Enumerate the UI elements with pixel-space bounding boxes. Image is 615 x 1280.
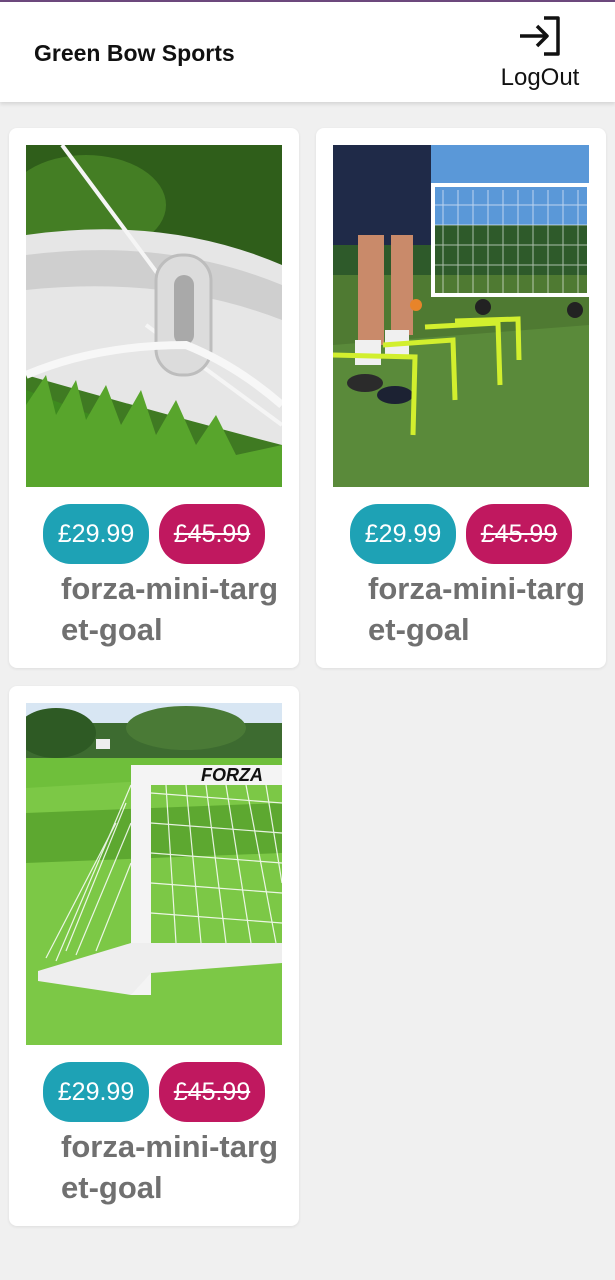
product-image-net-clip[interactable] xyxy=(26,145,282,487)
price-current[interactable]: £29.99 xyxy=(43,504,149,564)
price-original[interactable]: £45.99 xyxy=(466,504,572,564)
logout-label: LogOut xyxy=(500,64,580,91)
product-card[interactable]: £29.99 £45.99 forza-mini-target-goal xyxy=(316,128,606,668)
product-name[interactable]: forza-mini-target-goal xyxy=(61,568,293,650)
product-card[interactable]: £29.99 £45.99 forza-mini-target-goal xyxy=(9,128,299,668)
price-current[interactable]: £29.99 xyxy=(350,504,456,564)
price-original[interactable]: £45.99 xyxy=(159,1062,265,1122)
product-card[interactable]: FORZA £29.99 £45.99 forza-mini-target-go… xyxy=(9,686,299,1226)
product-name[interactable]: forza-mini-target-goal xyxy=(61,1126,293,1208)
product-name[interactable]: forza-mini-target-goal xyxy=(368,568,600,650)
login-arrow-icon xyxy=(520,16,560,56)
logout-button[interactable]: LogOut xyxy=(494,12,586,96)
product-image-hurdles[interactable] xyxy=(333,145,589,487)
app-title: Green Bow Sports xyxy=(34,40,235,66)
app-header: Green Bow Sports LogOut xyxy=(0,2,615,102)
product-image-mini-goal[interactable]: FORZA xyxy=(26,703,282,1045)
price-current[interactable]: £29.99 xyxy=(43,1062,149,1122)
goal-brand-logo: FORZA xyxy=(201,765,263,785)
price-original[interactable]: £45.99 xyxy=(159,504,265,564)
